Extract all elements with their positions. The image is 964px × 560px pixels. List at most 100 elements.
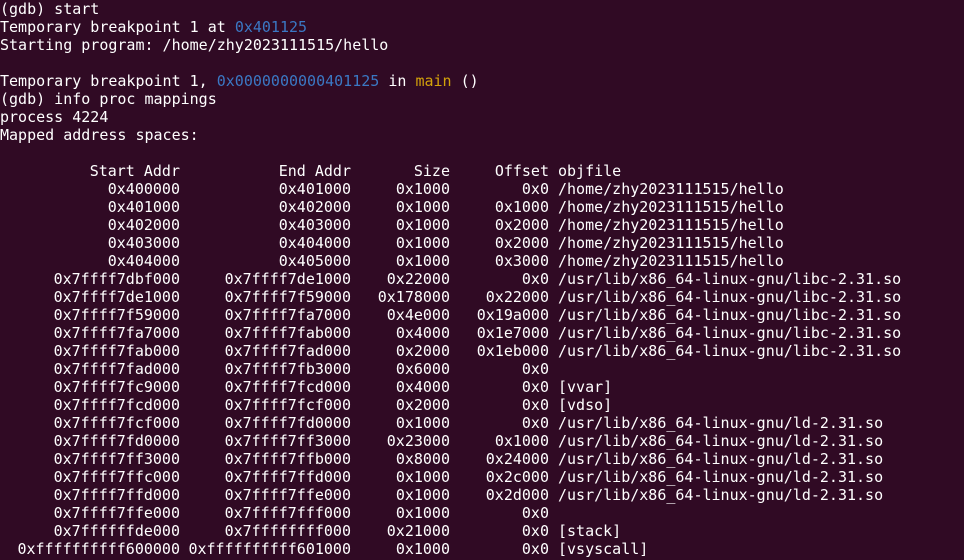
gdb-mappings-command: (gdb) info proc mappings [0, 90, 217, 108]
end-addr-cell: 0x7ffff7f59000 [224, 288, 351, 306]
size-cell: 0x1000 [395, 198, 450, 216]
offset-cell: 0x0 [521, 360, 549, 378]
offset-cell: 0x1e7000 [476, 324, 549, 342]
header-objfile: objfile [558, 162, 622, 180]
start-addr-cell: 0xffffffffff600000 [17, 540, 180, 558]
size-cell: 0x1000 [395, 216, 450, 234]
offset-cell: 0x2c000 [485, 468, 549, 486]
table-row: 0x7ffff7fab000 0x7ffff7fad000 0x2000 0x1eb0… [0, 342, 964, 360]
offset-cell: 0x1000 [494, 198, 549, 216]
gdb-start-command: (gdb) start [0, 0, 100, 18]
end-addr-cell: 0x401000 [278, 180, 351, 198]
end-addr-cell: 0x7ffff7fff000 [224, 504, 351, 522]
end-addr-cell: 0x7ffff7fad000 [224, 342, 351, 360]
size-cell: 0x1000 [395, 486, 450, 504]
table-row: 0x401000 0x402000 0x1000 0x1000/home/zhy202… [0, 198, 964, 216]
start-addr-cell: 0x7ffff7fcd000 [53, 396, 180, 414]
start-addr-cell: 0x7ffff7fcf000 [53, 414, 180, 432]
size-cell: 0x8000 [395, 450, 450, 468]
objfile-cell: /home/zhy2023111515/hello [558, 234, 784, 252]
size-cell: 0x6000 [395, 360, 450, 378]
terminal-window[interactable]: (gdb) start Temporary breakpoint 1 at 0x… [0, 0, 964, 560]
end-addr-cell: 0x7ffff7fd0000 [224, 414, 351, 432]
breakpoint-set-text: Temporary breakpoint 1 at [0, 18, 235, 36]
objfile-cell: /usr/lib/x86_64-linux-gnu/ld-2.31.so [558, 450, 884, 468]
offset-cell: 0x1000 [494, 432, 549, 450]
end-addr-cell: 0x405000 [278, 252, 351, 270]
end-addr-cell: 0x7ffffffff000 [224, 522, 351, 540]
table-row: 0x403000 0x404000 0x1000 0x2000/home/zhy202… [0, 234, 964, 252]
table-row: 0x7ffff7fa7000 0x7ffff7fab000 0x4000 0x1e70… [0, 324, 964, 342]
objfile-cell: /home/zhy2023111515/hello [558, 198, 784, 216]
offset-cell: 0x19a000 [476, 306, 549, 324]
start-addr-cell: 0x403000 [107, 234, 180, 252]
size-cell: 0x1000 [395, 414, 450, 432]
size-cell: 0x4000 [395, 378, 450, 396]
offset-cell: 0x0 [521, 504, 549, 522]
size-cell: 0x1000 [395, 252, 450, 270]
end-addr-cell: 0x402000 [278, 198, 351, 216]
offset-cell: 0x0 [521, 540, 549, 558]
table-row: 0x7ffff7dbf000 0x7ffff7de1000 0x22000 0x0/u… [0, 270, 964, 288]
end-addr-cell: 0x7ffff7ffe000 [224, 486, 351, 504]
mapped-spaces-heading: Mapped address spaces: [0, 126, 199, 144]
offset-cell: 0x22000 [485, 288, 549, 306]
process-id-line: process 4224 [0, 108, 109, 126]
size-cell: 0x1000 [395, 504, 450, 522]
size-cell: 0x2000 [395, 342, 450, 360]
start-addr-cell: 0x7ffff7fd0000 [53, 432, 180, 450]
table-row: 0x7ffff7f59000 0x7ffff7fa7000 0x4e000 0x19a… [0, 306, 964, 324]
end-addr-cell: 0x403000 [278, 216, 351, 234]
offset-cell: 0x0 [521, 180, 549, 198]
objfile-cell: /usr/lib/x86_64-linux-gnu/libc-2.31.so [558, 342, 902, 360]
function-name: main [415, 72, 452, 90]
starting-program-line: Starting program: /home/zhy2023111515/he… [0, 36, 389, 54]
offset-cell: 0x0 [521, 378, 549, 396]
offset-cell: 0x24000 [485, 450, 549, 468]
objfile-cell: /usr/lib/x86_64-linux-gnu/libc-2.31.so [558, 306, 902, 324]
objfile-cell: /home/zhy2023111515/hello [558, 252, 784, 270]
start-addr-cell: 0x7ffff7ffd000 [53, 486, 180, 504]
end-addr-cell: 0x7ffff7ffb000 [224, 450, 351, 468]
table-row: 0x7ffff7ffd000 0x7ffff7ffe000 0x1000 0x2d00… [0, 486, 964, 504]
function-args: () [451, 72, 479, 90]
objfile-cell: /usr/lib/x86_64-linux-gnu/libc-2.31.so [558, 270, 902, 288]
table-row: 0x402000 0x403000 0x1000 0x2000/home/zhy202… [0, 216, 964, 234]
header-end-addr: End Addr [278, 162, 351, 180]
breakpoint-hit-address: 0x0000000000401125 [216, 72, 380, 90]
end-addr-cell: 0x7ffff7fa7000 [224, 306, 351, 324]
start-addr-cell: 0x404000 [107, 252, 180, 270]
offset-cell: 0x0 [521, 414, 549, 432]
start-addr-cell: 0x7ffff7fad000 [53, 360, 180, 378]
table-row: 0x7ffff7fcd000 0x7ffff7fcf000 0x2000 0x0 [vd… [0, 396, 964, 414]
table-row: 0x7ffff7fcf000 0x7ffff7fd0000 0x1000 0x0/us… [0, 414, 964, 432]
size-cell: 0x1000 [395, 468, 450, 486]
table-row: 0x7ffff7fc9000 0x7ffff7fcd000 0x4000 0x0 [vv… [0, 378, 964, 396]
objfile-cell: [vvar] [558, 378, 613, 396]
start-addr-cell: 0x7ffff7de1000 [53, 288, 180, 306]
offset-cell: 0x0 [521, 270, 549, 288]
breakpoint-hit-line: Temporary breakpoint 1, 0x00000000004011… [0, 72, 964, 90]
end-addr-cell: 0x7ffff7ffd000 [224, 468, 351, 486]
offset-cell: 0x0 [521, 396, 549, 414]
offset-cell: 0x2000 [494, 216, 549, 234]
start-addr-cell: 0x7ffff7ff3000 [53, 450, 180, 468]
objfile-cell: /usr/lib/x86_64-linux-gnu/ld-2.31.so [558, 468, 884, 486]
offset-cell: 0x1eb000 [476, 342, 549, 360]
start-addr-cell: 0x7ffff7fab000 [53, 342, 180, 360]
table-row: 0x7ffff7ffe000 0x7ffff7fff000 0x1000 0x0 [0, 504, 964, 522]
size-cell: 0x22000 [386, 270, 450, 288]
objfile-cell: /usr/lib/x86_64-linux-gnu/libc-2.31.so [558, 324, 902, 342]
objfile-cell: [vdso] [558, 396, 613, 414]
start-addr-cell: 0x7ffff7ffe000 [53, 504, 180, 522]
start-addr-cell: 0x7ffffffde000 [53, 522, 180, 540]
size-cell: 0x2000 [395, 396, 450, 414]
start-addr-cell: 0x400000 [107, 180, 180, 198]
table-row: 0xffffffffff600000 0xffffffffff601000 0x10… [0, 540, 964, 558]
start-addr-cell: 0x7ffff7fc9000 [53, 378, 180, 396]
breakpoint-set-line: Temporary breakpoint 1 at 0x401125 [0, 18, 964, 36]
size-cell: 0x178000 [377, 288, 450, 306]
end-addr-cell: 0x7ffff7fcd000 [224, 378, 351, 396]
